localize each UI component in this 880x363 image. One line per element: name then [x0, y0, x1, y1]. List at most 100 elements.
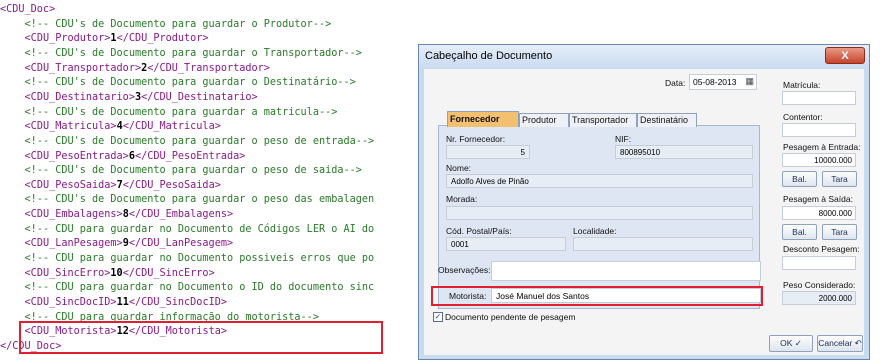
nif-label: NIF: — [615, 134, 632, 144]
ok-button[interactable]: OK ✓ — [769, 335, 813, 352]
tab-destinatario[interactable]: Destinatário — [637, 113, 697, 127]
xml-indent — [0, 136, 25, 147]
xml-indent — [0, 121, 25, 132]
observacoes-label: Observações: — [438, 265, 491, 275]
xml-line: <CDU_Embalagens>8</CDU_Embalagens> — [0, 208, 234, 221]
xml-close-tag: </CDU_Transportador> — [147, 62, 270, 74]
contentor-label: Contentor: — [783, 112, 823, 122]
xml-open-tag: <CDU_Produtor> — [24, 33, 111, 45]
xml-line: <!-- CDU's de Documento para guardar o p… — [0, 135, 375, 148]
xml-value: 10 — [110, 267, 123, 279]
tab-destinatario-label: Destinatário — [640, 115, 689, 125]
xml-line: <!-- CDU's de Documento para guardar a m… — [0, 106, 338, 119]
xml-comment: <!-- CDU para guardar no Documento possi… — [24, 253, 375, 265]
tab-produtor[interactable]: Produtor — [519, 113, 569, 127]
xml-line: <CDU_SincDocID>11</CDU_SincDocID> — [0, 296, 227, 309]
xml-indent — [0, 92, 25, 103]
data-label: Data: — [665, 78, 686, 88]
pesagem-saida-field[interactable]: 8000.000 — [782, 206, 856, 220]
xml-open-tag: <CDU_Matricula> — [24, 121, 117, 133]
desconto-pesagem-label: Desconto Pesagem: — [783, 244, 860, 254]
date-value: 05-08-2013 — [693, 77, 737, 87]
xml-line: <!-- CDU's de Documento para guardar o p… — [0, 193, 375, 206]
tab-panel: Fornecedor Produtor Transportador Destin… — [438, 111, 760, 309]
xml-line: <!-- CDU's de Documento para guardar o p… — [0, 164, 362, 177]
xml-line: <CDU_Doc> — [0, 3, 55, 16]
xml-comment: <!-- CDU para guardar no Documento o ID … — [24, 282, 375, 294]
matricula-label: Matrícula: — [783, 80, 821, 90]
desconto-pesagem-field[interactable] — [782, 256, 856, 270]
xml-line: <!-- CDU para guardar no Documento o ID … — [0, 281, 375, 294]
xml-indent — [0, 107, 25, 118]
xml-value: 11 — [116, 297, 129, 308]
xml-line: <CDU_Produtor>1</CDU_Produtor> — [0, 32, 209, 45]
morada-field[interactable] — [446, 206, 753, 220]
xml-close-tag: </CDU_Produtor> — [116, 33, 209, 45]
bal-saida-button[interactable]: Bal. — [782, 224, 817, 240]
xml-line: <!-- CDU's de Documento para guardar o T… — [0, 47, 362, 60]
xml-line: <CDU_LanPesagem>9</CDU_LanPesagem> — [0, 237, 234, 250]
xml-close-tag: </CDU_PesoSaida> — [122, 179, 221, 191]
pesagem-saida-label: Pesagem à Saída: — [783, 194, 853, 204]
nif-field[interactable]: 800895010 — [615, 145, 753, 159]
xml-close-tag: </CDU_SincDocID> — [128, 297, 227, 308]
xml-indent — [0, 180, 25, 191]
xml-indent — [0, 77, 25, 88]
xml-line: <CDU_PesoSaida>7</CDU_PesoSaida> — [0, 179, 221, 192]
cod-postal-field[interactable]: 0001 — [446, 237, 566, 251]
pendente-checkbox[interactable]: ✓ — [433, 312, 443, 322]
xml-indent — [0, 224, 25, 235]
xml-line: <!-- CDU's de Documento para guardar o P… — [0, 18, 332, 31]
dialog-title: Cabeçalho de Documento — [425, 50, 553, 62]
xml-close-tag: </CDU_Embalagens> — [128, 209, 234, 221]
xml-indent — [0, 151, 25, 162]
bal-entrada-button[interactable]: Bal. — [782, 171, 817, 187]
morada-label: Morada: — [446, 194, 478, 204]
nome-field[interactable]: Adolfo Alves de Pinão — [446, 174, 753, 188]
xml-comment: <!-- CDU's de Documento para guardar a m… — [24, 106, 338, 118]
xml-close-tag: </CDU_SincErro> — [122, 267, 215, 279]
title-bar[interactable]: Cabeçalho de Documento X — [419, 45, 869, 69]
xml-close-tag: </CDU_Destinatario> — [141, 91, 258, 103]
localidade-field[interactable] — [573, 237, 753, 251]
calendar-icon[interactable]: ▦ — [745, 76, 754, 87]
xml-line: <!-- CDU's de Documento para guardar o D… — [0, 76, 356, 89]
tara-entrada-button[interactable]: Tara — [822, 171, 857, 187]
pesagem-entrada-field[interactable]: 10000.000 — [782, 153, 856, 167]
xml-comment: <!-- CDU para guardar no Documento de Có… — [24, 223, 375, 235]
dialog-cabecalho-documento: Cabeçalho de Documento X Data: 05-08-201… — [418, 44, 870, 360]
cancelar-button[interactable]: Cancelar ↶ — [817, 335, 863, 352]
contentor-field[interactable] — [782, 123, 856, 137]
nr-fornecedor-field[interactable]: 5 — [446, 145, 530, 159]
xml-indent — [0, 48, 25, 59]
matricula-field[interactable] — [782, 91, 856, 105]
pesagem-entrada-label: Pesagem à Entrada: — [783, 142, 861, 152]
pendente-label: Documento pendente de pesagem — [445, 312, 576, 322]
xml-open-tag: <CDU_PesoSaida> — [24, 179, 117, 191]
xml-comment: <!-- CDU's de Documento para guardar o T… — [24, 47, 362, 59]
xml-open-tag: <CDU_SincDocID> — [24, 297, 117, 308]
xml-indent — [0, 63, 25, 74]
xml-close-tag: </CDU_PesoEntrada> — [134, 150, 246, 162]
xml-line: <CDU_Matricula>4</CDU_Matricula> — [0, 120, 221, 133]
xml-comment: <!-- CDU's de Documento para guardar o D… — [24, 77, 356, 89]
xml-indent — [0, 268, 25, 279]
tab-transportador[interactable]: Transportador — [569, 113, 637, 127]
xml-comment: <!-- CDU's de Documento para guardar o P… — [24, 18, 332, 30]
date-field[interactable]: 05-08-2013 ▦ — [689, 74, 757, 90]
observacoes-field[interactable] — [491, 261, 761, 281]
tara-saida-button[interactable]: Tara — [822, 224, 857, 240]
xml-line: <!-- CDU para guardar no Documento possi… — [0, 252, 375, 265]
xml-line: <CDU_Destinatario>3</CDU_Destinatario> — [0, 91, 258, 104]
xml-open-tag: <CDU_Destinatario> — [24, 91, 135, 103]
xml-indent — [0, 19, 25, 30]
xml-close-tag: </CDU_LanPesagem> — [128, 238, 234, 250]
close-button[interactable]: X — [825, 47, 865, 64]
tab-fornecedor[interactable]: Fornecedor — [447, 111, 519, 127]
tab-produtor-label: Produtor — [522, 115, 557, 125]
tab-fornecedor-label: Fornecedor — [450, 114, 500, 124]
xml-open-tag: <CDU_PesoEntrada> — [24, 150, 129, 162]
tab-transportador-label: Transportador — [572, 115, 629, 125]
xml-indent — [0, 238, 25, 249]
highlight-box-motorista-field — [431, 286, 763, 306]
